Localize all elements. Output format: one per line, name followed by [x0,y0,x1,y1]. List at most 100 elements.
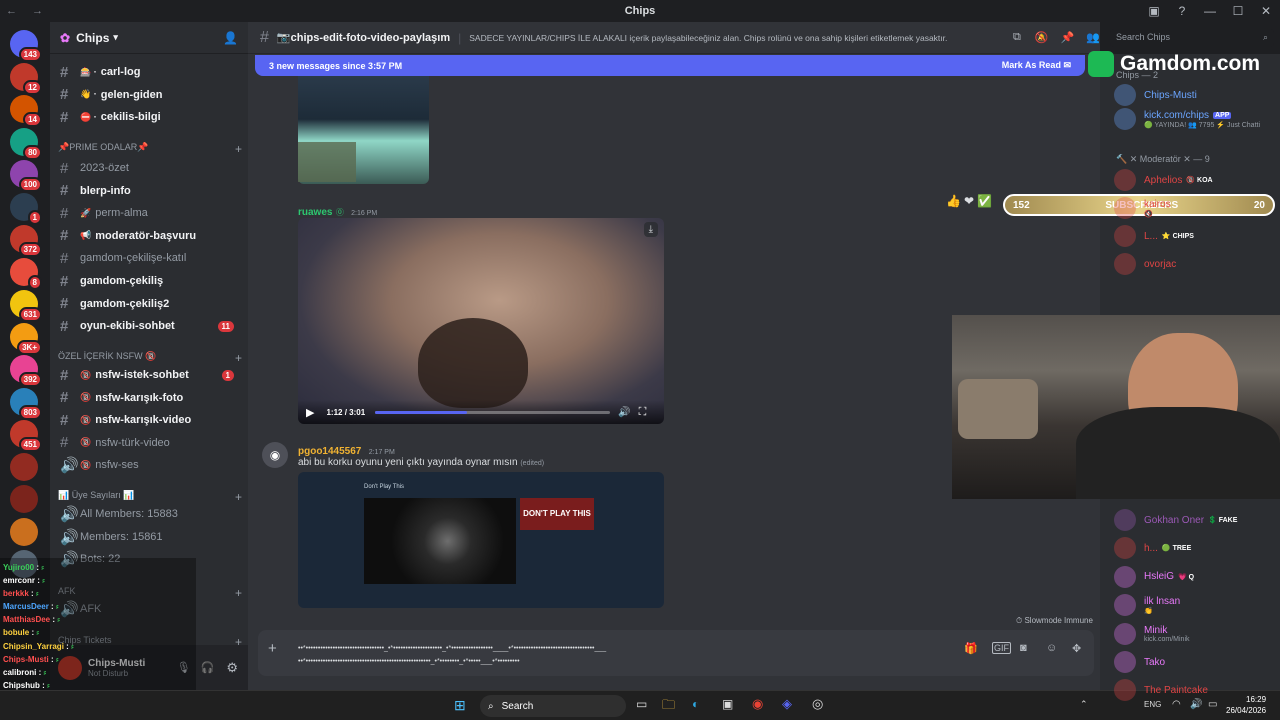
discord-taskbar-icon[interactable]: ◈ [782,696,792,712]
add-channel-icon[interactable]: + [235,142,242,156]
member-item[interactable]: kairos 🔇 [1114,197,1171,219]
clock[interactable]: 16:29 26/04/2026 [1226,694,1266,716]
stat-channel[interactable]: 🔊 All Members: 15883 [56,504,242,524]
channel-oyun-ekibi-sohbet[interactable]: # oyun-ekibi-sohbet 11 [56,316,242,336]
video-progress-bar[interactable] [375,410,611,414]
file-explorer-icon[interactable]: 🗀 [662,696,675,718]
server-icon[interactable]: 803 [10,387,42,420]
guild-header[interactable]: ✿ Chips ▾ 👤 [50,22,248,54]
pin-icon[interactable]: 📌 [1061,31,1075,44]
search-input[interactable]: Search Chips ⌕ [1110,29,1274,47]
composer-text[interactable]: ••*••••••••••••••••••••••••••••••••_•*••… [298,642,938,668]
screenshot-attachment[interactable]: Don't Play This DON'T PLAY THIS [298,472,664,608]
channel-cekilis-bilgi[interactable]: # ⛔ · cekilis-bilgi [56,107,242,127]
add-attachment-icon[interactable]: + [268,640,277,657]
mute-icon[interactable]: 🔕 [1035,31,1049,44]
battery-icon[interactable]: ▭ [1208,699,1217,710]
windows-start-icon[interactable]: ⊞ [454,697,466,714]
tray-chevron-icon[interactable]: ⌃ [1080,699,1088,710]
apps-icon[interactable]: ✥ [1072,642,1081,655]
download-icon[interactable]: ⤓ [643,222,658,237]
server-icon[interactable]: 392 [10,355,42,387]
sticker-icon[interactable]: ◙ [1020,642,1027,654]
fullscreen-icon[interactable]: ⛶ [639,406,647,419]
channel-2023-zet[interactable]: #2023-özet [56,158,242,178]
member-item[interactable]: Chips-Musti [1114,84,1197,106]
add-channel-icon[interactable]: + [235,586,242,600]
message-composer[interactable]: + ••*••••••••••••••••••••••••••••••••_•*… [258,630,1094,676]
channel-gamdom-ekili-2[interactable]: # gamdom-çekiliş2 [56,294,242,314]
store-icon[interactable]: ▣ [722,697,733,711]
channel-moderat-r-ba-vuru[interactable]: # 📢 moderatör-başvuru [56,226,242,246]
chrome-icon[interactable]: ◉ [752,696,763,712]
avatar[interactable]: ◉ [262,442,288,468]
gift-icon[interactable]: 🎁 [964,642,978,655]
server-icon[interactable]: 14 [10,95,42,127]
add-member-icon[interactable]: 👤 [223,31,238,45]
channel-nsfw-istek-sohbet[interactable]: # 🔞 nsfw-istek-sohbet 1 [56,365,242,385]
member-item[interactable]: Minik kick.com/Minik [1114,622,1190,645]
inbox-icon[interactable]: ▣ [1140,0,1168,22]
server-icon[interactable]: 3K+ [10,322,42,355]
member-item[interactable]: ovorjac [1114,253,1176,275]
edge-icon[interactable]: ◐ [692,697,699,711]
server-icon[interactable] [10,485,38,513]
channel-blerp-info[interactable]: # blerp-info [56,181,242,201]
mark-as-read-button[interactable]: Mark As Read ✉ [1002,60,1071,71]
member-item[interactable]: kick.com/chips APP 🟢 YAYINDA! 👥 7795 ⚡ Jus… [1114,108,1260,130]
server-icon[interactable]: 1 [10,192,42,225]
member-item[interactable]: L... ⭐ CHIPS [1114,225,1194,247]
channel-nsfw-kar-k-video[interactable]: # 🔞 nsfw-karışık-video [56,410,242,430]
channel-gelen-giden[interactable]: # 👋 · gelen-giden [56,85,242,105]
gear-icon[interactable]: ⚙ [226,660,238,676]
member-item[interactable]: Gokhan Oner 💲 FAKE [1114,509,1237,531]
server-icon[interactable]: 100 [10,160,42,192]
add-channel-icon[interactable]: + [235,351,242,365]
member-item[interactable]: ilk lnsan 👏 [1114,594,1180,617]
channel-nsfw-t-rk-video[interactable]: # 🔞 nsfw-türk-video [56,433,242,453]
taskbar-search[interactable]: ⌕ Search [480,695,626,717]
channel-nsfw-kar-k-foto[interactable]: # 🔞 nsfw-karışık-foto [56,388,242,408]
channel-carl-log[interactable]: # 🎰 · carl-log [56,62,242,82]
member-item[interactable]: HsleiG 💗 Q [1114,565,1194,588]
members-icon[interactable]: 👥 [1086,31,1100,44]
stat-channel[interactable]: 🔊 Members: 15861 [56,527,242,547]
server-icon[interactable]: 451 [10,420,42,452]
category-header[interactable]: 📊 Üye Sayıları 📊 + [58,490,242,504]
headphones-icon[interactable]: 🎧 [201,661,215,674]
task-view-icon[interactable]: ▭ [636,697,647,711]
volume-icon[interactable]: 🔊 [618,407,630,418]
server-icon[interactable] [10,517,38,546]
member-item[interactable]: Aphelios 🔞 KOA [1114,169,1213,191]
new-messages-bar[interactable]: 3 new messages since 3:57 PM Mark As Rea… [255,55,1085,76]
channel-nsfw-ses[interactable]: 🔊 🔞 nsfw-ses [56,455,242,475]
server-icon[interactable]: 12 [10,62,42,95]
channel-gamdom-ekili-e-kat-l[interactable]: # gamdom-çekilişe-katıl [56,248,242,268]
server-icon[interactable]: 143 [10,30,42,62]
channel-perm-alma[interactable]: # 🚀 perm-alma [56,203,242,223]
add-channel-icon[interactable]: + [235,490,242,504]
category-header[interactable]: 📌PRIME ODALAR📌 + [58,142,242,156]
play-icon[interactable]: ▶ [306,406,314,419]
help-icon[interactable]: ? [1168,0,1196,22]
server-icon[interactable]: 372 [10,225,42,257]
threads-icon[interactable]: ⧉ [1013,31,1021,44]
gif-icon[interactable]: GIF [992,642,1011,654]
server-icon[interactable] [10,452,38,481]
maximize-button[interactable]: ☐ [1224,0,1252,22]
channel-gamdom-ekili-[interactable]: # gamdom-çekiliş [56,271,242,291]
server-icon[interactable]: 631 [10,290,42,322]
member-item[interactable]: Tako [1114,651,1165,673]
channel-topic[interactable]: SADECE YAYINLAR/CHIPS İLE ALAKALI içerik… [469,33,1003,43]
category-header[interactable]: ÖZEL İÇERİK NSFW 🔞 + [58,351,242,365]
server-icon[interactable]: 80 [10,127,42,160]
video-player[interactable]: ⤓ ▶ 1:12 / 3:01 🔊 ⛶ [298,218,664,424]
member-item[interactable]: h... 🟢 TREE [1114,537,1191,560]
message-author[interactable]: pgoo1445567 [298,446,361,457]
message-author[interactable]: ruawes [298,207,332,218]
previous-image-attachment[interactable] [298,76,429,184]
minimize-button[interactable]: — [1196,0,1224,22]
member-item[interactable]: The Paintcake [1114,679,1208,702]
emoji-icon[interactable]: ☺ [1046,642,1057,654]
app-icon[interactable]: ◎ [812,696,823,712]
